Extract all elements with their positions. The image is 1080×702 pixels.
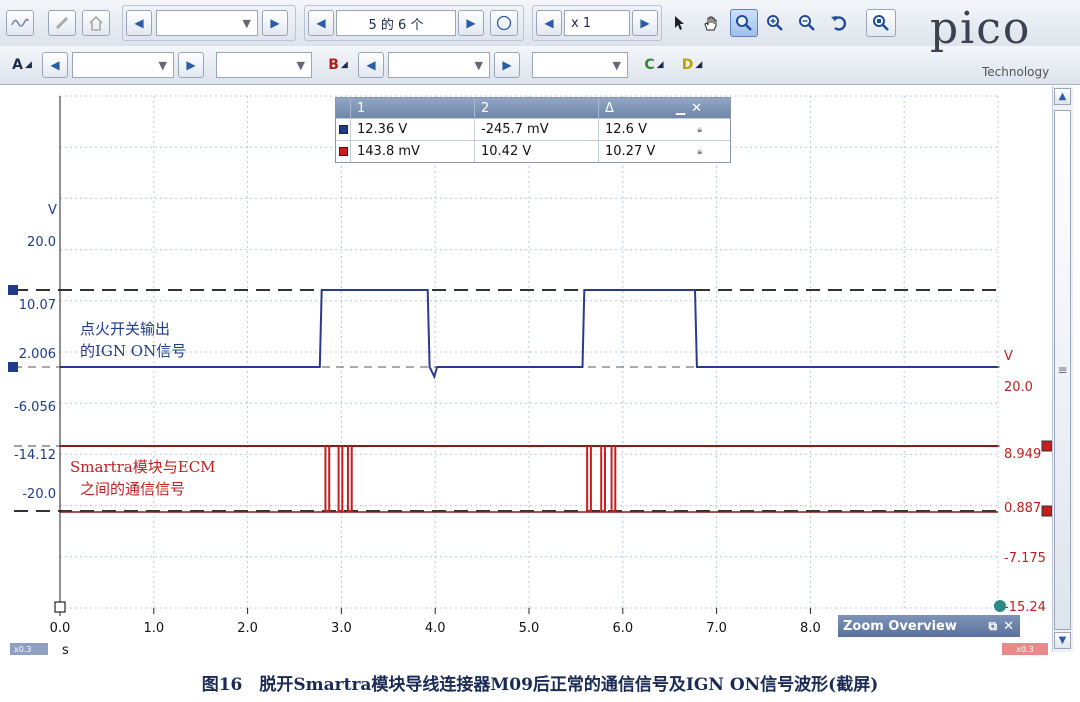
restore-icon[interactable]: ⧉ xyxy=(989,619,1004,634)
scroll-up-button[interactable]: ▲ xyxy=(1054,88,1071,105)
close-icon[interactable]: ✕ xyxy=(691,101,706,116)
table-cell-delta: 10.27 V 🔒︎ xyxy=(598,141,706,162)
table-cell-delta: 12.6 V 🔒︎ xyxy=(598,119,706,140)
channel-b-ruler-handle xyxy=(1041,440,1053,452)
vertical-scrollbar[interactable]: ▲ ≡ ▼ xyxy=(1052,86,1073,652)
chevron-down-icon: ▼ xyxy=(1058,635,1067,646)
header-spacer xyxy=(336,98,350,118)
right-tick-label: 0.887 xyxy=(1004,501,1041,516)
col-ruler-1: 1 xyxy=(350,98,474,118)
row-swatch xyxy=(336,141,350,162)
x-tick-label: 0.0 xyxy=(50,621,71,636)
x-tick-label: 1.0 xyxy=(143,621,164,636)
channel-a-swatch xyxy=(338,125,348,134)
table-cell: 12.36 V xyxy=(350,119,474,140)
x-tick-label: 8.0 xyxy=(800,621,821,636)
left-tick-label: -6.056 xyxy=(14,400,56,415)
table-cell: 10.42 V xyxy=(474,141,598,162)
minimize-icon[interactable]: ▁ xyxy=(676,101,691,115)
x-tick-label: 6.0 xyxy=(612,621,633,636)
col-ruler-2: 2 xyxy=(474,98,598,118)
left-axis-unit: V xyxy=(48,203,57,218)
col-delta: Δ ▁ ✕ xyxy=(598,98,706,118)
x-tick-label: 7.0 xyxy=(706,621,727,636)
table-row: 12.36 V -245.7 mV 12.6 V 🔒︎ xyxy=(336,118,730,140)
lock-icon[interactable]: 🔒︎ xyxy=(697,125,706,135)
x-tick-label: 5.0 xyxy=(519,621,540,636)
channel-b-swatch xyxy=(338,147,348,156)
figure-caption: 图16 脱开Smartra模块导线连接器M09后正常的通信信号及IGN ON信号… xyxy=(201,675,879,695)
left-tick-label: -14.12 xyxy=(14,448,56,463)
table-cell: 143.8 mV xyxy=(350,141,474,162)
right-axis-unit: V xyxy=(1004,349,1013,364)
time-ruler-handle xyxy=(54,601,66,613)
scroll-down-button[interactable]: ▼ xyxy=(1054,632,1071,649)
channel-a-ruler-handle xyxy=(8,362,18,372)
right-tick-label: -7.175 xyxy=(1004,551,1046,566)
left-tick-label: 2.006 xyxy=(19,347,56,362)
channel-a-scale-chip[interactable]: x0.3 xyxy=(10,643,48,655)
right-tick-label: 8.949 xyxy=(1004,447,1041,462)
ign-label-line2: 的IGN ON信号 xyxy=(80,342,186,360)
measurements-table: 1 2 Δ ▁ ✕ 12.36 V -245.7 mV 12.6 V 🔒︎ 143… xyxy=(335,97,731,163)
x-tick-label: 4.0 xyxy=(425,621,446,636)
chevron-up-icon: ▲ xyxy=(1058,91,1067,102)
comm-label-line1: Smartra模块与ECM xyxy=(70,458,216,476)
channel-b-scale-chip[interactable]: x0.3 xyxy=(1002,643,1048,655)
left-tick-label: 10.07 xyxy=(19,298,56,313)
measurements-header: 1 2 Δ ▁ ✕ xyxy=(336,98,730,118)
table-row: 143.8 mV 10.42 V 10.27 V 🔒︎ xyxy=(336,140,730,162)
left-tick-label: -20.0 xyxy=(22,487,56,502)
col-delta-label: Δ xyxy=(605,100,614,116)
channel-b-ruler-handle xyxy=(1041,505,1053,517)
plot-background xyxy=(8,86,1052,652)
x-tick-label: 2.0 xyxy=(237,621,258,636)
x-tick-label: 3.0 xyxy=(331,621,352,636)
delta-value: 10.27 V xyxy=(605,144,656,159)
channel-a-ruler-handle xyxy=(8,285,18,295)
right-tick-label: -15.24 xyxy=(1004,600,1046,615)
table-cell: -245.7 mV xyxy=(474,119,598,140)
left-tick-label: 20.0 xyxy=(27,235,56,250)
trigger-marker xyxy=(994,600,1006,612)
row-swatch xyxy=(336,119,350,140)
right-tick-label: 20.0 xyxy=(1004,380,1033,395)
zoom-overview-panel[interactable]: Zoom Overview ⧉ ✕ xyxy=(838,615,1020,637)
grip-icon: ≡ xyxy=(1057,363,1068,377)
x-axis-unit: s xyxy=(62,643,69,658)
close-icon[interactable]: ✕ xyxy=(1003,619,1020,634)
comm-label-line2: 之间的通信信号 xyxy=(80,480,185,498)
zoom-overview-title: Zoom Overview xyxy=(843,618,957,634)
delta-value: 12.6 V xyxy=(605,122,647,137)
ign-label-line1: 点火开关输出 xyxy=(80,320,170,338)
scroll-thumb[interactable]: ≡ xyxy=(1054,110,1071,630)
lock-icon[interactable]: 🔒︎ xyxy=(697,147,706,157)
